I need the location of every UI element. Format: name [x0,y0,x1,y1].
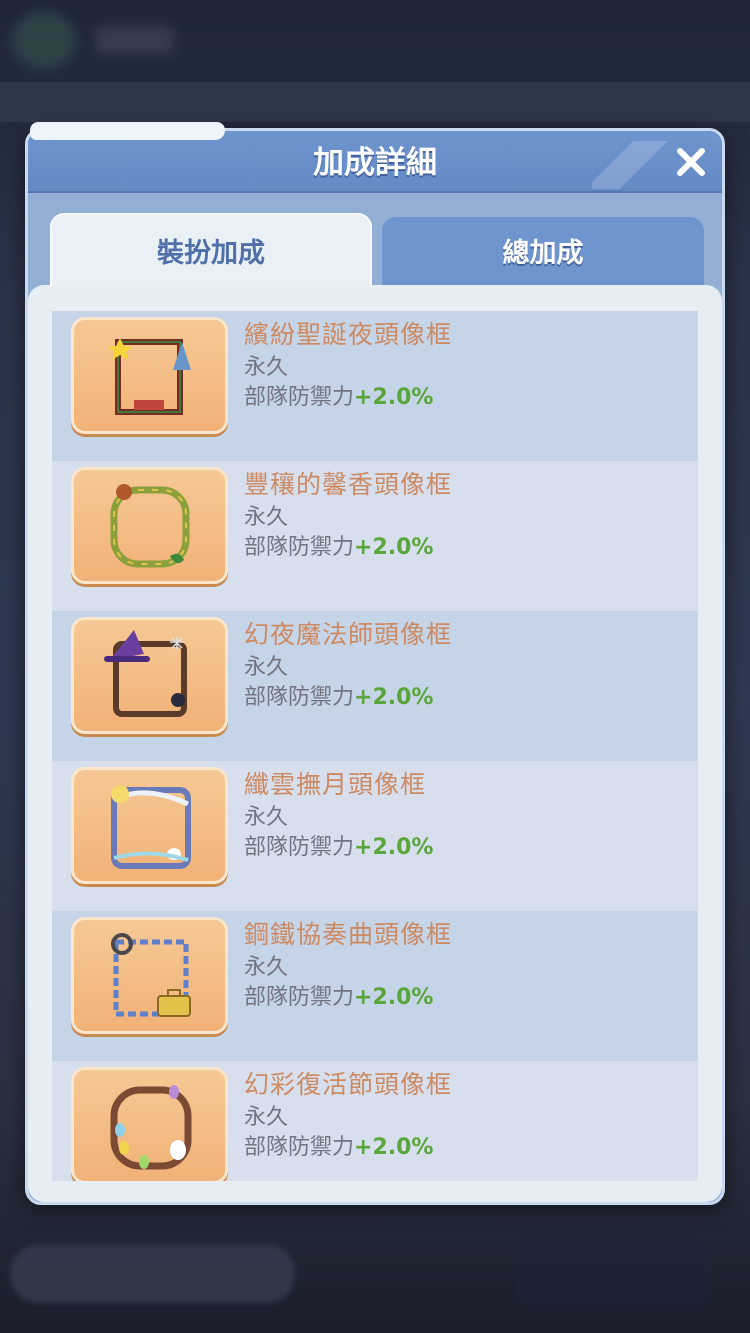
list-item: 幻彩復活節頭像框 永久 部隊防禦力+2.0% [52,1061,698,1181]
item-duration: 永久 [244,355,289,380]
bonus-value: +2.0% [354,685,434,710]
item-duration: 永久 [244,805,289,830]
list-item: 纖雲撫月頭像框 永久 部隊防禦力+2.0% [52,761,698,911]
bonus-value: +2.0% [354,835,434,860]
list-item: 鋼鐵協奏曲頭像框 永久 部隊防禦力+2.0% [52,911,698,1061]
steel-toolbox-frame-icon [71,917,228,1034]
item-duration: 永久 [244,655,289,680]
bonus-label: 部隊防禦力 [244,985,355,1010]
list-item: 繽紛聖誕夜頭像框 永久 部隊防禦力+2.0% [52,311,698,461]
list-item: 幻夜魔法師頭像框 永久 部隊防禦力+2.0% [52,611,698,761]
item-bonus: 部隊防禦力+2.0% [244,979,433,1011]
background-bottom-bar [10,1245,295,1303]
bonus-value: +2.0% [354,985,434,1010]
close-icon [677,148,705,176]
dialog-header: 加成詳細 [28,131,722,193]
item-bonus: 部隊防禦力+2.0% [244,1129,433,1161]
dialog-title: 加成詳細 [313,145,437,181]
bonus-value: +2.0% [354,1135,434,1160]
bonus-list-panel: 繽紛聖誕夜頭像框 永久 部隊防禦力+2.0% 豐穰的馨香頭像框 永久 部隊防禦力… [28,285,722,1202]
item-bonus: 部隊防禦力+2.0% [244,529,433,561]
item-duration: 永久 [244,505,289,530]
bonus-list[interactable]: 繽紛聖誕夜頭像框 永久 部隊防禦力+2.0% 豐穰的馨香頭像框 永久 部隊防禦力… [52,311,698,1181]
bonus-label: 部隊防禦力 [244,1135,355,1160]
item-bonus: 部隊防禦力+2.0% [244,829,433,861]
witch-hat-frame-icon [71,617,228,734]
bonus-label: 部隊防禦力 [244,685,355,710]
item-name: 幻夜魔法師頭像框 [244,620,453,649]
item-name: 幻彩復活節頭像框 [244,1070,453,1099]
item-duration: 永久 [244,1105,289,1130]
list-item: 豐穰的馨香頭像框 永久 部隊防禦力+2.0% [52,461,698,611]
close-button[interactable] [674,145,708,179]
background-bottom-button [515,1240,710,1304]
tab-outfit-bonus[interactable]: 裝扮加成 [50,213,372,287]
bonus-label: 部隊防禦力 [244,385,355,410]
moon-rabbit-frame-icon [71,767,228,884]
item-bonus: 部隊防禦力+2.0% [244,679,433,711]
item-duration: 永久 [244,955,289,980]
harvest-wreath-frame-icon [71,467,228,584]
christmas-frame-icon [71,317,228,434]
bonus-value: +2.0% [354,535,434,560]
item-name: 鋼鐵協奏曲頭像框 [244,920,453,949]
tab-total-bonus[interactable]: 總加成 [382,217,704,285]
item-name: 繽紛聖誕夜頭像框 [244,320,453,349]
background-status-strip [0,82,750,122]
bonus-value: +2.0% [354,385,434,410]
bonus-label: 部隊防禦力 [244,535,355,560]
item-bonus: 部隊防禦力+2.0% [244,379,433,411]
item-name: 纖雲撫月頭像框 [244,770,427,799]
snow-decoration [30,122,225,140]
item-name: 豐穰的馨香頭像框 [244,470,453,499]
background-player-name [96,26,174,54]
bonus-label: 部隊防禦力 [244,835,355,860]
easter-egg-frame-icon [71,1067,228,1181]
background-avatar [12,12,76,68]
bonus-details-dialog: 加成詳細 總加成 繽紛聖誕夜頭像框 永久 部隊防禦力+2.0% 豐穰的馨香頭像框… [25,128,725,1205]
